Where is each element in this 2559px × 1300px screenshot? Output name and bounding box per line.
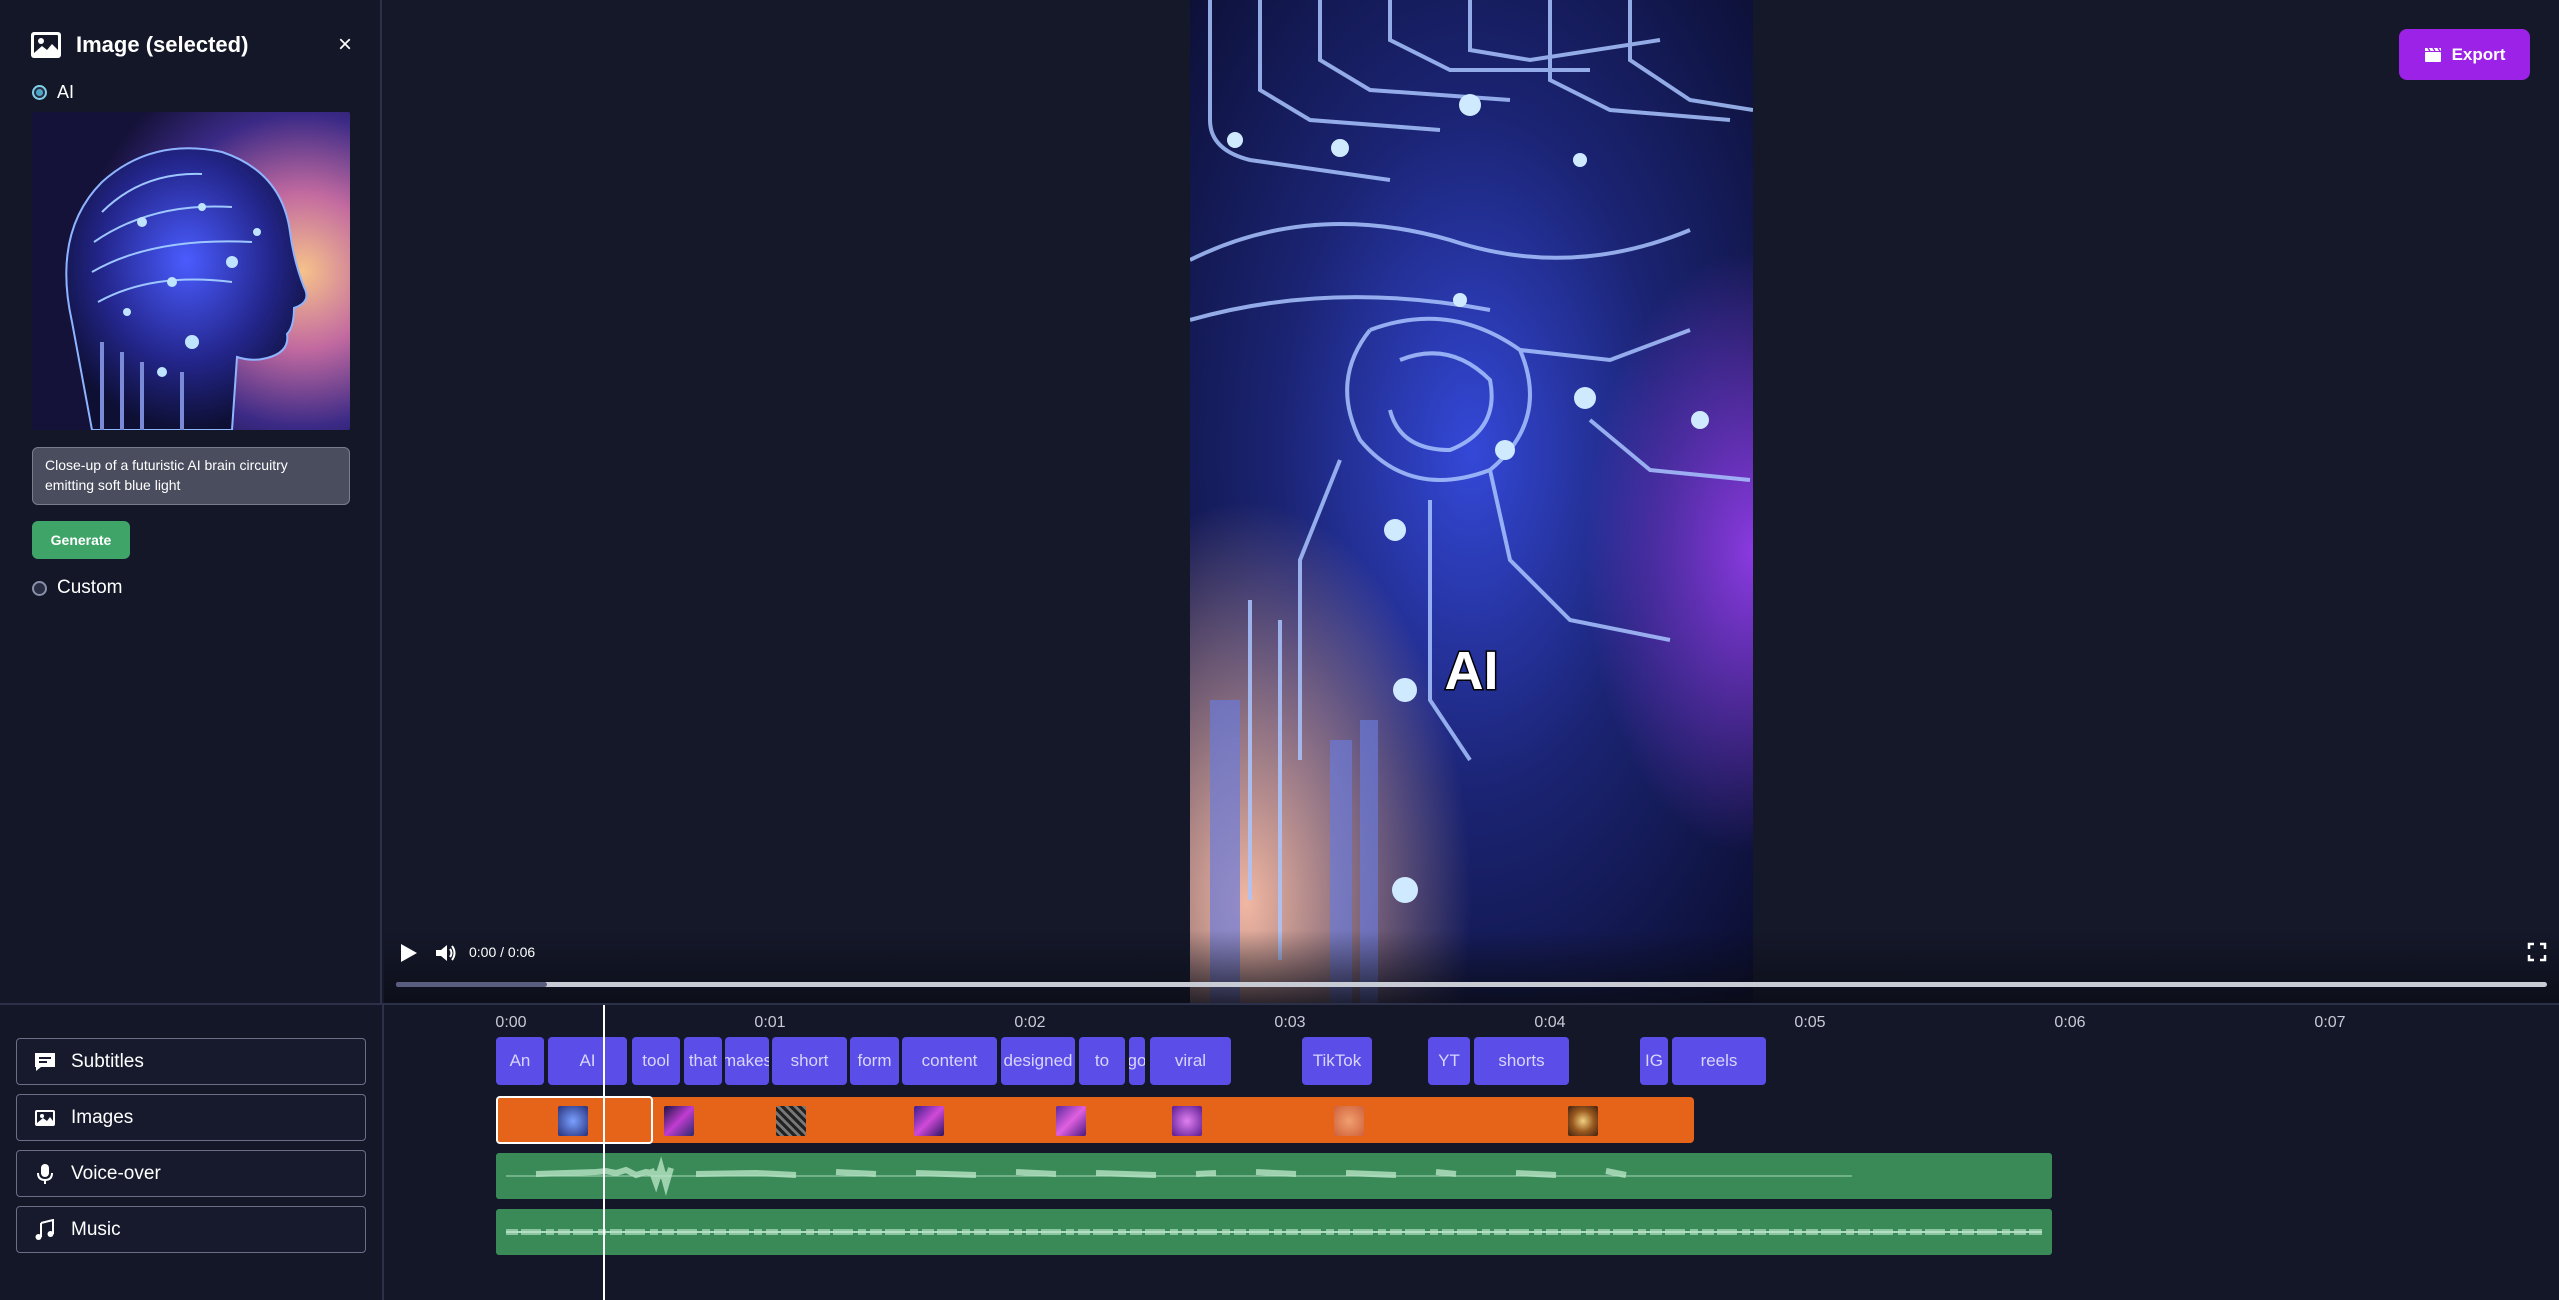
voice-over-track-button[interactable]: Voice-over	[16, 1150, 366, 1197]
voice-over-track[interactable]	[496, 1153, 2052, 1199]
subtitle-chip[interactable]: go	[1129, 1037, 1145, 1085]
video-frame[interactable]: AI	[1190, 0, 1753, 1003]
image-icon	[35, 1109, 55, 1126]
editor-bottom-panel: Subtitles Images Voice-over Music 0:00 0…	[0, 1003, 2559, 1300]
custom-radio[interactable]	[32, 580, 47, 596]
subtitle-chip[interactable]: form	[850, 1037, 899, 1085]
image-thumbnail[interactable]	[1172, 1106, 1202, 1136]
subtitles-icon	[35, 1052, 55, 1071]
tick-label: 0:07	[2314, 1014, 2346, 1031]
video-preview-area: AI Export 0:00 / 0:06	[384, 0, 2559, 1003]
fullscreen-icon[interactable]	[2527, 942, 2547, 962]
subtitles-track-button[interactable]: Subtitles	[16, 1038, 366, 1085]
panel-header: Image (selected) ×	[30, 28, 352, 62]
voice-over-track-label: Voice-over	[71, 1162, 161, 1184]
timeline[interactable]: 0:00 0:01 0:02 0:03 0:04 0:05 0:06 0:07 …	[384, 1005, 2559, 1300]
tick-label: 0:03	[1274, 1014, 1306, 1031]
subtitle-chip[interactable]: TikTok	[1302, 1037, 1372, 1085]
tick-label: 0:00	[495, 1014, 527, 1031]
panel-title: Image (selected)	[76, 32, 249, 57]
music-track[interactable]	[496, 1209, 2052, 1255]
volume-icon[interactable]	[434, 942, 458, 964]
play-icon[interactable]	[397, 942, 419, 964]
subtitles-track-label: Subtitles	[71, 1050, 144, 1072]
subtitle-chip[interactable]: IG	[1640, 1037, 1668, 1085]
tick-label: 0:05	[1794, 1014, 1826, 1031]
track-buttons: Subtitles Images Voice-over Music	[16, 1038, 366, 1262]
image-thumbnail[interactable]	[914, 1106, 944, 1136]
image-thumbnail[interactable]	[1334, 1106, 1364, 1136]
clapperboard-icon	[2424, 47, 2441, 62]
images-track-button[interactable]: Images	[16, 1094, 366, 1141]
selected-image-clip[interactable]	[496, 1096, 653, 1144]
tick-label: 0:02	[1014, 1014, 1046, 1031]
video-controls: 0:00 / 0:06	[384, 930, 2559, 1003]
custom-option-label: Custom	[57, 577, 123, 598]
subtitle-chip[interactable]: AI	[548, 1037, 627, 1085]
image-thumbnail[interactable]	[776, 1106, 806, 1136]
export-button[interactable]: Export	[2399, 29, 2530, 80]
video-progress-fill	[396, 982, 547, 987]
microphone-icon	[37, 1163, 53, 1184]
image-properties-panel: Image (selected) × AI Close-up of a futu…	[0, 0, 382, 1003]
tick-label: 0:01	[754, 1014, 786, 1031]
ai-radio[interactable]	[32, 85, 47, 100]
ai-option[interactable]: AI	[32, 82, 74, 103]
music-track-button[interactable]: Music	[16, 1206, 366, 1253]
images-track-label: Images	[71, 1106, 134, 1128]
subtitle-chip[interactable]: YT	[1428, 1037, 1470, 1085]
tick-label: 0:06	[2054, 1014, 2086, 1031]
custom-option[interactable]: Custom	[32, 577, 122, 599]
subtitle-chip[interactable]: An	[496, 1037, 544, 1085]
image-thumbnail[interactable]	[1056, 1106, 1086, 1136]
close-icon[interactable]: ×	[338, 33, 352, 57]
subtitle-chip[interactable]: to	[1079, 1037, 1125, 1085]
subtitle-chip[interactable]: makes	[725, 1037, 769, 1085]
video-caption: AI	[1443, 640, 1500, 703]
export-label: Export	[2451, 44, 2506, 64]
music-note-icon	[35, 1218, 54, 1240]
image-prompt-input[interactable]: Close-up of a futuristic AI brain circui…	[32, 447, 350, 505]
subtitle-chip[interactable]: reels	[1672, 1037, 1766, 1085]
video-progress-bar[interactable]	[396, 982, 2547, 987]
images-track[interactable]	[496, 1097, 1694, 1143]
subtitle-chip[interactable]: short	[772, 1037, 847, 1085]
ai-option-label: AI	[57, 82, 75, 102]
image-thumbnail[interactable]	[1568, 1106, 1598, 1136]
generate-button[interactable]: Generate	[32, 521, 130, 559]
subtitle-chip[interactable]: designed	[1001, 1037, 1075, 1085]
subtitle-chip[interactable]: viral	[1150, 1037, 1231, 1085]
subtitle-chip[interactable]: shorts	[1474, 1037, 1569, 1085]
generated-image-preview	[32, 112, 350, 430]
image-thumbnail[interactable]	[664, 1106, 694, 1136]
subtitle-chip[interactable]: that	[684, 1037, 722, 1085]
timeline-playhead[interactable]	[603, 1005, 605, 1300]
tick-label: 0:04	[1534, 1014, 1566, 1031]
image-icon	[31, 32, 61, 58]
music-track-label: Music	[71, 1218, 121, 1240]
subtitle-chip[interactable]: content	[902, 1037, 997, 1085]
subtitle-chip[interactable]: tool	[632, 1037, 680, 1085]
time-display: 0:00 / 0:06	[469, 944, 536, 960]
